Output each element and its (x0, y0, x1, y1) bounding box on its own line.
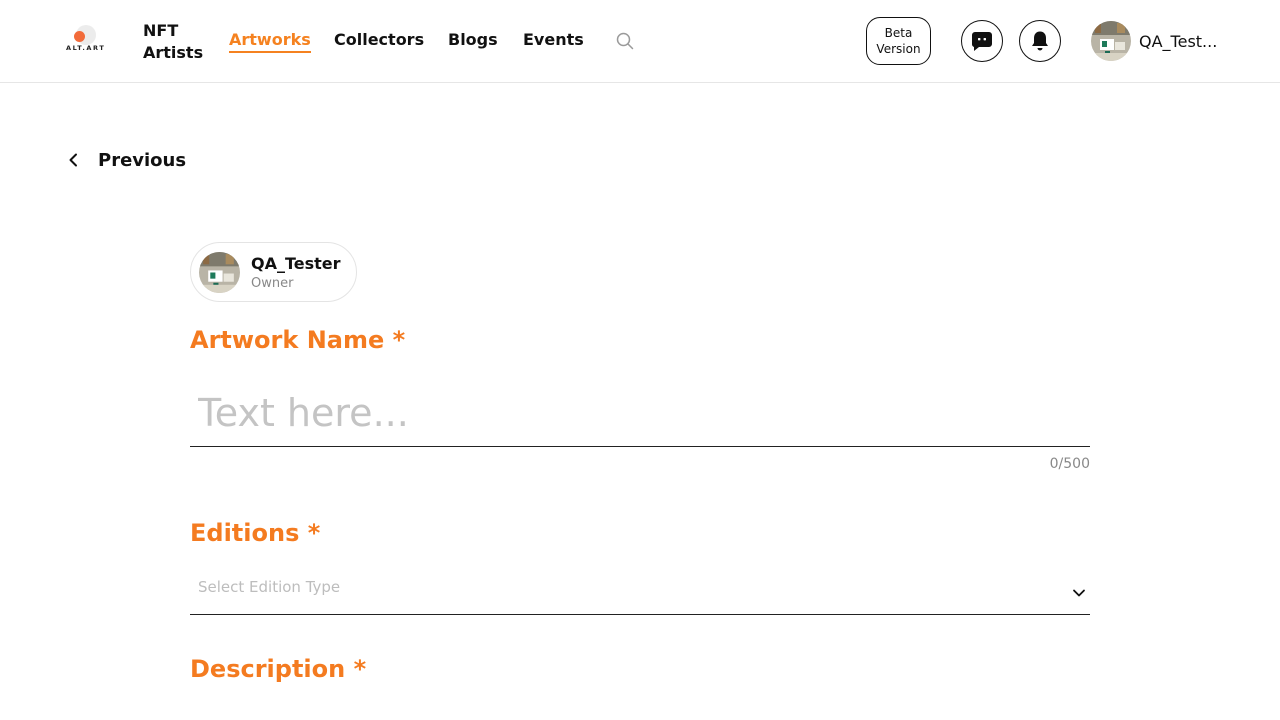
chat-icon (971, 32, 992, 51)
nav-events[interactable]: Events (523, 30, 584, 49)
edition-type-placeholder: Select Edition Type (198, 578, 341, 596)
logo-dot (74, 31, 85, 42)
chevron-down-icon (1073, 589, 1085, 597)
nav-nft-artists[interactable]: NFT Artists (143, 20, 213, 64)
bell-icon (1032, 31, 1048, 51)
edition-type-select[interactable]: Select Edition Type (190, 568, 1090, 615)
logo-text: ALT.ART (66, 44, 106, 52)
character-counter: 0/500 (1049, 456, 1090, 472)
notifications-button[interactable] (1019, 20, 1061, 62)
nav-collectors[interactable]: Collectors (334, 30, 424, 49)
owner-card: QA_Tester Owner (190, 242, 357, 302)
beta-version-button[interactable]: Beta Version (866, 17, 931, 65)
avatar-image (1091, 21, 1131, 61)
avatar[interactable] (1091, 21, 1131, 61)
owner-name: QA_Tester (251, 254, 341, 273)
description-label: Description * (190, 655, 367, 683)
username-label[interactable]: QA_Test... (1139, 32, 1217, 51)
artwork-name-label: Artwork Name * (190, 326, 406, 354)
nav-artworks[interactable]: Artworks (229, 30, 311, 53)
alt-art-logo[interactable]: ALT.ART (66, 25, 104, 53)
search-icon[interactable] (616, 32, 634, 50)
owner-role: Owner (251, 276, 294, 291)
artwork-name-input[interactable] (190, 380, 1090, 447)
chat-button[interactable] (961, 20, 1003, 62)
owner-avatar (199, 252, 240, 293)
previous-link[interactable]: Previous (66, 148, 186, 172)
nav-blogs[interactable]: Blogs (448, 30, 498, 49)
top-header: ALT.ART NFT Artists Artworks Collectors … (0, 0, 1280, 83)
chevron-left-icon (69, 153, 77, 167)
editions-label: Editions * (190, 519, 321, 547)
previous-label: Previous (98, 149, 187, 171)
owner-avatar-image (199, 252, 240, 293)
